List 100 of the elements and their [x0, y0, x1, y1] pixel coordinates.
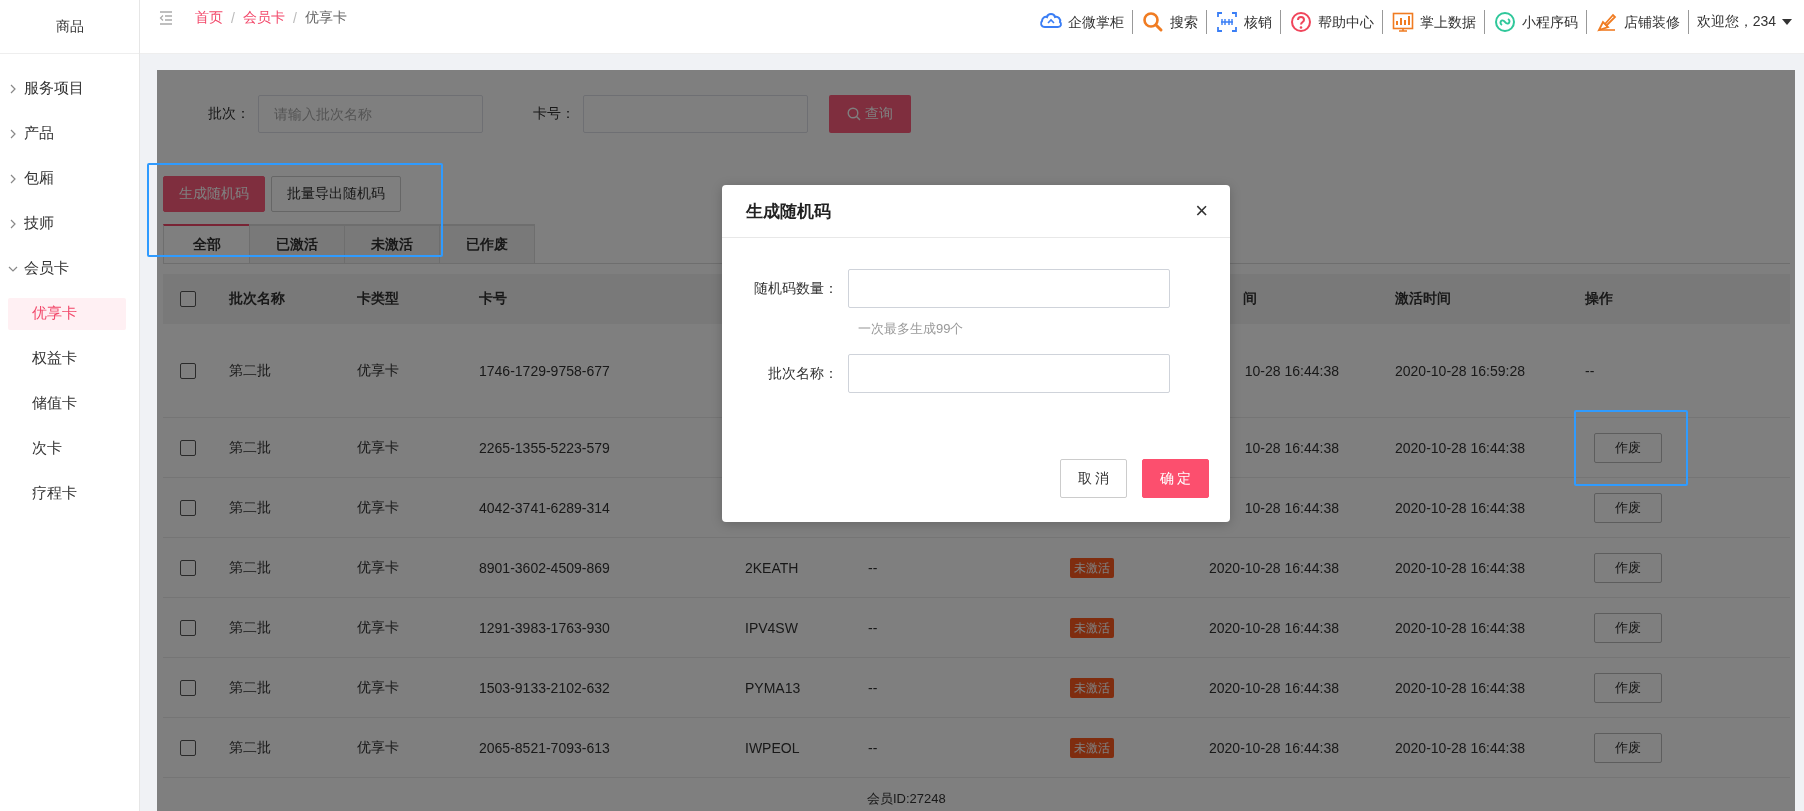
checkbox[interactable] — [180, 362, 196, 379]
table-cell: 8901-3602-4509-869 — [479, 559, 610, 576]
table-cell: 2020-10-28 16:44:38 — [1395, 439, 1525, 456]
table-cell: 2020-10-28 16:44:38 — [1209, 679, 1339, 696]
sidebar-item[interactable]: 技师 — [0, 201, 139, 246]
table-cell: 2020-10-28 16:44:38 — [1209, 559, 1339, 576]
column-header: 间 — [1243, 290, 1257, 306]
dialog-title: 生成随机码 — [746, 200, 831, 223]
member-id: 会员ID:27248 — [867, 791, 946, 806]
header-link[interactable]: 搜索 — [1169, 15, 1198, 29]
field-label: 随机码数量： — [753, 279, 839, 298]
table-cell: 第二批 — [229, 738, 271, 755]
table-cell: -- — [868, 559, 878, 576]
void-button[interactable]: 作废 — [1594, 732, 1662, 763]
column-header: 卡号 — [479, 290, 507, 306]
status-badge: 未激活 — [1070, 737, 1114, 758]
checkbox[interactable] — [180, 619, 196, 636]
input-field[interactable] — [848, 269, 1170, 308]
table-cell: IWPEOL — [745, 739, 800, 756]
sidebar-item[interactable]: 会员卡 — [0, 246, 139, 291]
column-header: 操作 — [1585, 290, 1613, 306]
table-cell: 第二批 — [229, 678, 271, 695]
table-cell: 2020-10-28 16:59:28 — [1395, 362, 1525, 379]
tab[interactable]: 已作废 — [439, 224, 535, 263]
table-cell: 1746-1729-9758-677 — [479, 362, 610, 379]
action-button[interactable]: 批量导出随机码 — [271, 176, 401, 212]
search-icon — [847, 107, 861, 121]
table-cell: 2020-10-28 16:44:38 — [1209, 739, 1339, 756]
welcome-text: 欢迎您，234 — [1696, 13, 1776, 31]
caret-down-icon — [1782, 19, 1792, 25]
table-cell: 优享卡 — [357, 361, 399, 378]
void-button[interactable]: 作废 — [1594, 552, 1662, 583]
void-button[interactable]: 作废 — [1594, 432, 1662, 463]
tab[interactable]: 全部 — [163, 224, 250, 263]
sidebar-subitem[interactable]: 次卡 — [8, 432, 126, 465]
sidebar-item[interactable]: 产品 — [0, 111, 139, 156]
status-badge: 未激活 — [1070, 677, 1114, 698]
table-cell: 第二批 — [229, 438, 271, 455]
table-cell: 2020-10-28 16:44:38 — [1395, 679, 1525, 696]
sidebar-item[interactable]: 包厢 — [0, 156, 139, 201]
tab[interactable]: 未激活 — [344, 224, 440, 263]
header-link[interactable]: 核销 — [1243, 15, 1272, 29]
checkbox[interactable] — [180, 439, 196, 456]
void-button[interactable]: 作废 — [1594, 492, 1662, 523]
breadcrumb-separator: / — [231, 10, 235, 26]
breadcrumb-link[interactable]: 会员卡 — [242, 9, 285, 27]
header-link[interactable]: 掌上数据 — [1419, 15, 1476, 29]
table-cell: 2020-10-28 16:44:38 — [1395, 739, 1525, 756]
table-cell: 第二批 — [229, 558, 271, 575]
close-button[interactable]: × — [1195, 200, 1208, 222]
table-cell: 第二批 — [229, 361, 271, 378]
table-cell: 优享卡 — [357, 498, 399, 515]
table-cell: 2265-1355-5223-579 — [479, 439, 610, 456]
scan-icon — [1214, 10, 1239, 34]
checkbox[interactable] — [180, 291, 196, 307]
input-field[interactable] — [848, 354, 1170, 393]
table-cell: -- — [868, 679, 878, 696]
header-link[interactable]: 店铺装修 — [1623, 15, 1680, 29]
search-icon — [1140, 10, 1165, 34]
sidebar-item[interactable]: 服务项目 — [0, 66, 139, 111]
link-icon — [1492, 10, 1517, 34]
table-cell: 优享卡 — [357, 558, 399, 575]
table-cell: 2020-10-28 16:44:38 — [1209, 619, 1339, 636]
column-header: 卡类型 — [357, 290, 399, 306]
table-cell: 1503-9133-2102-632 — [479, 679, 610, 696]
sidebar-subitem[interactable]: 疗程卡 — [8, 477, 126, 510]
table-cell: IPV4SW — [745, 619, 798, 636]
checkbox[interactable] — [180, 679, 196, 696]
tab[interactable]: 已激活 — [249, 224, 345, 263]
header-link[interactable]: 小程序码 — [1521, 15, 1578, 29]
void-button[interactable]: 作废 — [1594, 612, 1662, 643]
table-cell: PYMA13 — [745, 679, 801, 696]
table-cell: 优享卡 — [357, 438, 399, 455]
status-badge: 未激活 — [1070, 557, 1114, 578]
table-cell: 10-28 16:44:38 — [1244, 439, 1339, 456]
breadcrumb-link[interactable]: 首页 — [195, 9, 223, 27]
sidebar-subitem[interactable]: 储值卡 — [8, 387, 126, 420]
column-header: 激活时间 — [1395, 290, 1451, 306]
table-cell: 2020-10-28 16:44:38 — [1395, 559, 1525, 576]
checkbox[interactable] — [180, 499, 196, 516]
help-icon — [1288, 10, 1313, 34]
filter-label: 卡号： — [533, 105, 575, 123]
table-cell: -- — [868, 739, 878, 756]
cancel-button[interactable]: 取 消 — [1060, 459, 1127, 498]
table-cell: 优享卡 — [357, 678, 399, 695]
collapse-menu-icon — [159, 10, 173, 26]
table-cell: -- — [868, 619, 878, 636]
checkbox[interactable] — [180, 739, 196, 756]
header-link[interactable]: 企微掌柜 — [1067, 15, 1124, 29]
checkbox[interactable] — [180, 559, 196, 576]
table-cell: 2KEATH — [745, 559, 799, 576]
bar-chart-icon — [1390, 10, 1415, 34]
user-menu[interactable]: 欢迎您，234 — [1688, 13, 1792, 31]
header-link[interactable]: 帮助中心 — [1317, 15, 1374, 29]
void-button[interactable]: 作废 — [1594, 672, 1662, 703]
table-cell: 优享卡 — [357, 738, 399, 755]
sidebar-subitem[interactable]: 权益卡 — [8, 342, 126, 375]
table-cell: 1291-3983-1763-930 — [479, 619, 610, 636]
column-header: 批次名称 — [229, 290, 285, 306]
table-cell: 2020-10-28 16:44:38 — [1395, 619, 1525, 636]
